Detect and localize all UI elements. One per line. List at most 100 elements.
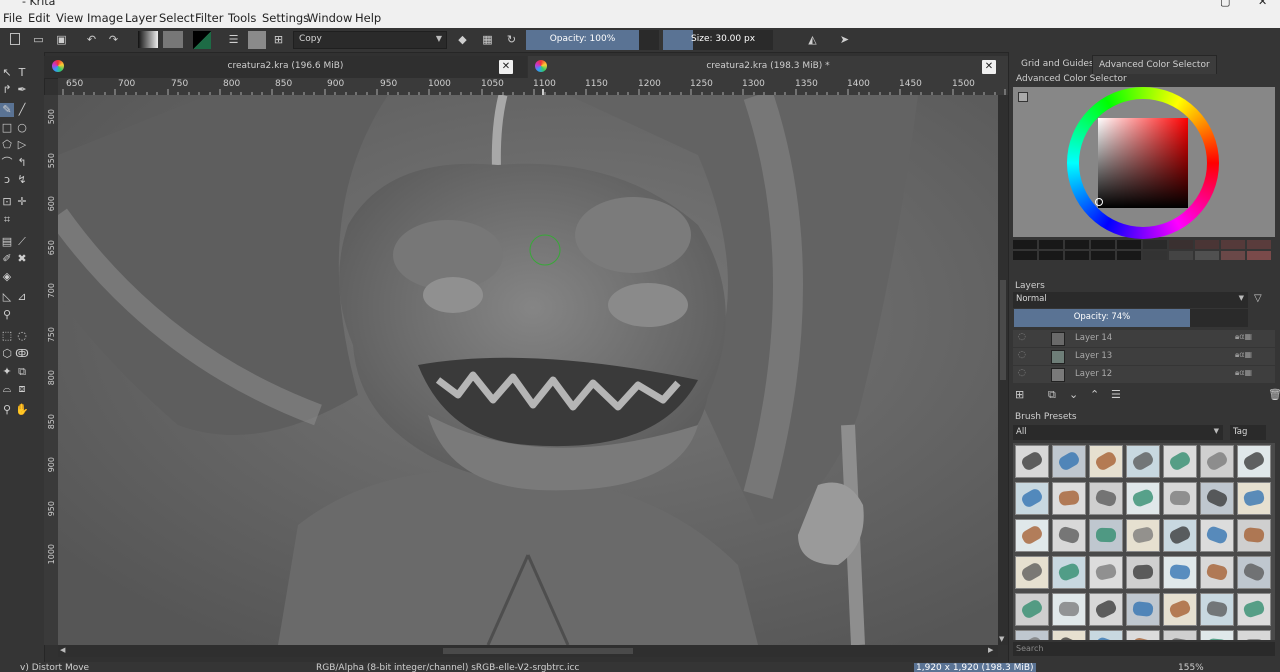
vertical-scroll-thumb[interactable] [1000, 280, 1006, 380]
brush-preset-thumbnail[interactable] [1052, 482, 1086, 515]
brush-preset-thumbnail[interactable] [1237, 482, 1271, 515]
undo-icon[interactable]: ↶ [85, 33, 98, 46]
menu-window[interactable]: Window [307, 11, 352, 25]
menu-file[interactable]: File [3, 11, 22, 25]
pan-tool-icon[interactable]: ✋ [15, 403, 29, 417]
brush-preset-thumbnail[interactable] [1126, 519, 1160, 552]
move-tool-icon[interactable]: ✛ [15, 195, 29, 209]
menu-layer[interactable]: Layer [125, 11, 157, 25]
freehand-path-icon[interactable]: ↰ [15, 156, 29, 170]
color-history-swatches[interactable] [1013, 239, 1275, 263]
tab-document-1[interactable]: creatura2.kra (196.6 MiB) ✕ [44, 56, 527, 79]
magnetic-select-icon[interactable]: ⧈ [15, 382, 29, 396]
drawing-canvas[interactable] [58, 95, 998, 645]
swatch[interactable] [1169, 251, 1193, 260]
rect-select-icon[interactable]: ⬚ [0, 329, 14, 343]
transform-tool-icon[interactable]: ⌗ [0, 213, 14, 227]
brush-preset-thumbnail[interactable] [1015, 482, 1049, 515]
polyline-tool-icon[interactable]: ▷ [15, 138, 29, 152]
line-tool-icon[interactable]: ╱ [15, 103, 29, 117]
preset-filter-select[interactable]: All ▼ [1013, 425, 1223, 440]
move-layer-up-icon[interactable]: ⌃ [1090, 388, 1099, 401]
menu-edit[interactable]: Edit [28, 11, 50, 25]
visibility-icon[interactable]: ◌ [1018, 368, 1026, 378]
tag-select[interactable]: Tag [1230, 425, 1266, 440]
text-tool-icon[interactable]: T [15, 66, 29, 80]
tab-document-2[interactable]: creatura2.kra (198.3 MiB) * ✕ [528, 56, 1008, 78]
bezier-select-icon[interactable]: ⌓ [0, 382, 14, 396]
measure-tool-icon[interactable]: ◺ [0, 290, 14, 304]
swatch[interactable] [1013, 251, 1037, 260]
smart-patch-icon[interactable]: ✐ [0, 252, 14, 266]
colorize-mask-icon[interactable]: ✖ [15, 252, 29, 266]
eraser-icon[interactable]: ◆ [456, 33, 469, 46]
brush-preset-thumbnail[interactable] [1089, 593, 1123, 626]
swatch[interactable] [1221, 240, 1245, 249]
opacity-slider[interactable]: Opacity: 100% [526, 30, 639, 50]
brush-preset-thumbnail[interactable] [1015, 556, 1049, 589]
scroll-right-icon[interactable]: ▶ [988, 646, 993, 654]
filter-icon[interactable]: ▽ [1254, 293, 1262, 304]
swatch[interactable] [1091, 240, 1115, 249]
hue-ring[interactable] [1067, 87, 1219, 239]
menu-tools[interactable]: Tools [228, 11, 256, 25]
brush-presets-grid[interactable] [1013, 443, 1275, 640]
duplicate-layer-icon[interactable]: ⧉ [1048, 388, 1056, 402]
brush-preset-thumbnail[interactable] [1200, 630, 1234, 640]
layer-properties-icon[interactable]: ☰ [1111, 388, 1121, 401]
dynamic-brush-icon[interactable]: ↄ [0, 173, 14, 187]
layer-opacity-slider[interactable]: Opacity: 74% [1014, 309, 1190, 327]
brush-preset-thumbnail[interactable] [1126, 482, 1160, 515]
color-selector-settings-icon[interactable] [1018, 92, 1028, 102]
dock-tab-color-selector[interactable]: Advanced Color Selector [1092, 55, 1217, 74]
new-document-icon[interactable] [10, 33, 20, 45]
brush-settings-icon[interactable]: ☰ [227, 33, 240, 46]
blend-mode-select[interactable]: Copy ▼ [293, 31, 447, 49]
save-icon[interactable]: ▣ [55, 33, 68, 46]
select-shapes-icon[interactable]: ↖ [0, 66, 14, 80]
brush-preset-thumbnail[interactable] [1089, 519, 1123, 552]
brush-preset-thumbnail[interactable] [1089, 630, 1123, 640]
menu-filter[interactable]: Filter [195, 11, 223, 25]
brush-preset-thumbnail[interactable] [1237, 519, 1271, 552]
color-picker-handle[interactable] [1095, 198, 1103, 206]
brush-preset-thumbnail[interactable] [1126, 445, 1160, 478]
swatch[interactable] [1065, 251, 1089, 260]
scroll-left-icon[interactable]: ◀ [60, 646, 65, 654]
brush-preset-thumbnail[interactable] [1237, 445, 1271, 478]
brush-preset-thumbnail[interactable] [1126, 593, 1160, 626]
horizontal-scroll-thumb[interactable] [443, 648, 633, 654]
bezier-tool-icon[interactable]: ⌒ [0, 156, 14, 170]
move-layer-down-icon[interactable]: ⌄ [1069, 388, 1078, 401]
brush-preset-thumbnail[interactable] [1126, 556, 1160, 589]
polygon-tool-icon[interactable]: ⬠ [0, 138, 14, 152]
preserve-alpha-icon[interactable]: ▦ [481, 33, 494, 46]
freehand-brush-icon[interactable]: ✎ [0, 103, 14, 117]
visibility-icon[interactable]: ◌ [1018, 332, 1026, 342]
brush-preset-thumbnail[interactable] [1237, 593, 1271, 626]
delete-layer-icon[interactable]: 🗑︎ [1268, 388, 1280, 401]
assistant-tool-icon[interactable]: ⊿ [15, 290, 29, 304]
freehand-select-icon[interactable]: ↂ [15, 347, 29, 361]
workspace-icon[interactable]: ⊞ [272, 33, 285, 46]
menu-help[interactable]: Help [355, 11, 381, 25]
swatch[interactable] [1143, 251, 1167, 260]
brush-preset-thumbnail[interactable] [1015, 630, 1049, 640]
brush-preset-thumbnail[interactable] [1052, 593, 1086, 626]
add-layer-icon[interactable]: ⊞ [1015, 388, 1024, 401]
menu-select[interactable]: Select [159, 11, 194, 25]
swatch[interactable] [1247, 251, 1271, 260]
brush-preset-thumbnail[interactable] [1089, 445, 1123, 478]
swatch[interactable] [1117, 251, 1141, 260]
brush-preset-thumbnail[interactable] [1163, 445, 1197, 478]
brush-preset-thumbnail[interactable] [1200, 445, 1234, 478]
brush-preset-thumbnail[interactable] [1052, 445, 1086, 478]
brush-preset-thumbnail[interactable] [1200, 593, 1234, 626]
brush-preset-thumbnail[interactable] [1163, 593, 1197, 626]
layer-row[interactable]: ◌ Layer 12 🔒︎α▦ [1013, 366, 1275, 383]
swatch[interactable] [1039, 240, 1063, 249]
edit-shapes-icon[interactable]: ↱ [0, 83, 14, 97]
restore-icon[interactable]: ▢ [1220, 0, 1230, 8]
menu-settings[interactable]: Settings [262, 11, 309, 25]
gradient-selector-icon[interactable] [138, 31, 158, 48]
